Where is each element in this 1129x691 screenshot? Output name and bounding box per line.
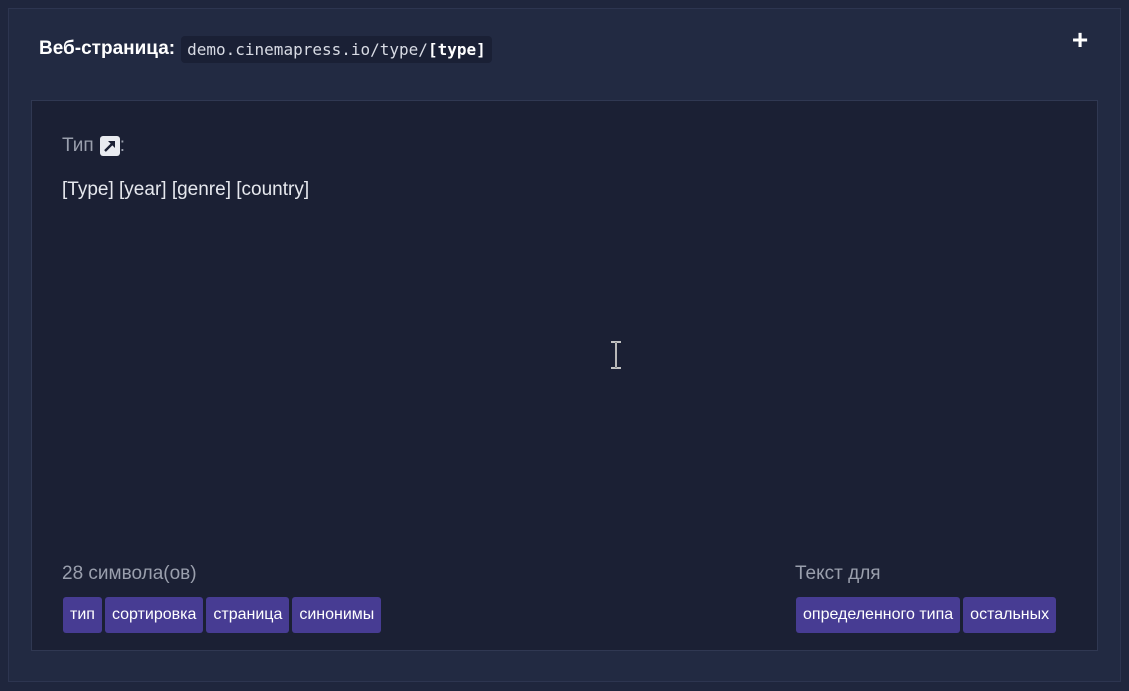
tag-specific-type[interactable]: определенного типа: [796, 597, 961, 633]
external-link-icon[interactable]: [99, 136, 120, 156]
text-for-label: Текст для: [795, 563, 881, 584]
field-label-colon: :: [119, 135, 125, 156]
textarea-panel[interactable]: Тип : [Type] [year] [genre] [country] 28…: [31, 100, 1098, 651]
char-count: 28 символа(ов): [62, 563, 197, 584]
field-label-text: Тип: [62, 135, 94, 156]
url-placeholder: [type]: [427, 39, 486, 59]
text-cursor-icon: [611, 341, 621, 369]
field-value[interactable]: [Type] [year] [genre] [country]: [62, 179, 309, 201]
plus-icon[interactable]: +: [1067, 26, 1093, 54]
settings-card: Веб-страница: demo.cinemapress.io/type/[…: [8, 8, 1121, 682]
webpage-label: Веб-страница:: [39, 38, 176, 59]
field-label: Тип :: [62, 135, 125, 157]
insert-tags: тип сортировка страница синонимы: [63, 597, 382, 633]
tag-others[interactable]: остальных: [963, 597, 1057, 633]
card-header: Веб-страница: demo.cinemapress.io/type/[…: [39, 35, 492, 63]
tag-page[interactable]: страница: [206, 597, 290, 633]
text-for-tags: определенного типа остальных: [796, 597, 1057, 633]
url-code: demo.cinemapress.io/type/[type]: [181, 35, 492, 63]
tag-sort[interactable]: сортировка: [104, 597, 204, 633]
tag-synonyms[interactable]: синонимы: [292, 597, 382, 633]
tag-type[interactable]: тип: [63, 597, 102, 633]
url-prefix: demo.cinemapress.io/type/: [187, 39, 428, 59]
